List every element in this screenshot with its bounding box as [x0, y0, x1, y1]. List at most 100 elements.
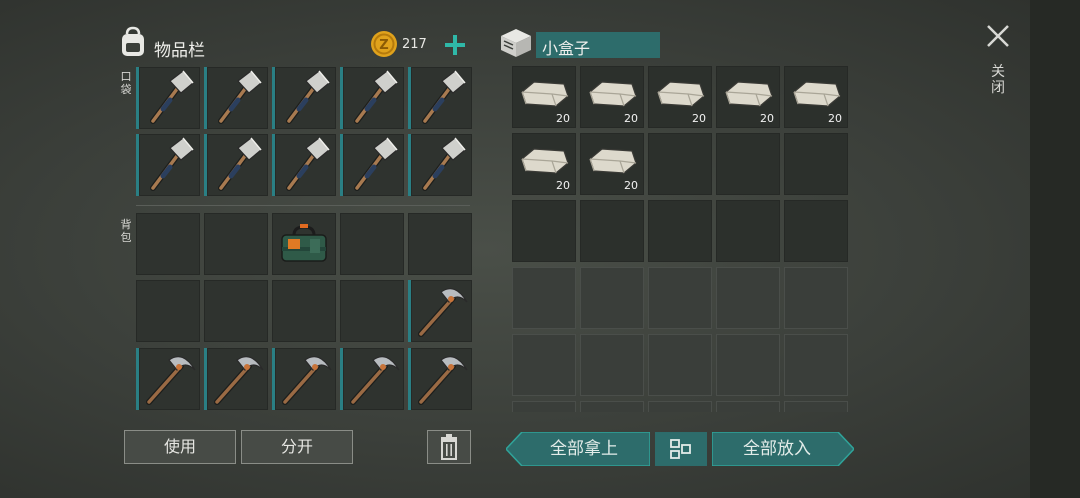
- pocket-slot[interactable]: [136, 134, 200, 196]
- container-slot[interactable]: 20: [580, 66, 644, 128]
- item-quantity: 20: [556, 179, 570, 192]
- locked-slot: [784, 267, 848, 329]
- item-quantity: 20: [692, 112, 706, 125]
- locked-slot: [580, 401, 644, 412]
- container-slot[interactable]: 20: [716, 66, 780, 128]
- container-slot[interactable]: 20: [784, 66, 848, 128]
- backpack-slot[interactable]: [272, 348, 336, 410]
- hatchet-icon: [422, 137, 466, 191]
- backpack-icon: [118, 26, 148, 58]
- locked-slot: [784, 401, 848, 412]
- backpack-label: 背包: [120, 218, 132, 244]
- locked-slot: [648, 401, 712, 412]
- take-all-button[interactable]: 全部拿上: [506, 432, 650, 466]
- backpack-slot[interactable]: [408, 280, 472, 342]
- hatchet-icon: [354, 70, 398, 124]
- inventory-title: 物品栏: [154, 41, 205, 61]
- item-quantity: 20: [624, 179, 638, 192]
- svg-text:Z: Z: [379, 38, 388, 53]
- backpack-slot[interactable]: [204, 213, 268, 275]
- section-divider: [136, 205, 470, 206]
- hatchet-icon: [422, 70, 466, 124]
- coin-icon: Z: [370, 30, 398, 58]
- split-button[interactable]: 分开: [241, 430, 353, 464]
- container-slot[interactable]: [716, 200, 780, 262]
- container-slot[interactable]: [580, 200, 644, 262]
- sort-icon: [670, 439, 691, 459]
- trash-button[interactable]: [427, 430, 471, 464]
- pocket-slot[interactable]: [340, 134, 404, 196]
- hatchet-icon: [150, 137, 194, 191]
- close-label[interactable]: 关闭: [990, 64, 1006, 96]
- hatchet-icon: [218, 70, 262, 124]
- pocket-slot[interactable]: [272, 67, 336, 129]
- container-slot[interactable]: 20: [512, 66, 576, 128]
- item-quantity: 20: [624, 112, 638, 125]
- pocket-slot[interactable]: [272, 134, 336, 196]
- backpack-slot[interactable]: [136, 280, 200, 342]
- container-grid[interactable]: 20 20 20 20 20 20 20: [512, 66, 850, 412]
- locked-slot: [512, 267, 576, 329]
- backpack-slot[interactable]: [136, 348, 200, 410]
- locked-slot: [716, 401, 780, 412]
- locked-slot: [580, 267, 644, 329]
- item-quantity: 20: [760, 112, 774, 125]
- pocket-slot[interactable]: [340, 67, 404, 129]
- pickaxe-icon: [282, 356, 332, 405]
- container-slot[interactable]: 20: [512, 133, 576, 195]
- pickaxe-icon: [418, 356, 468, 405]
- coin-count: 217: [402, 37, 427, 52]
- container-slot[interactable]: [784, 200, 848, 262]
- backpack-slot[interactable]: [340, 348, 404, 410]
- container-slot[interactable]: 20: [648, 66, 712, 128]
- locked-slot: [512, 334, 576, 396]
- backpack-slot[interactable]: [272, 280, 336, 342]
- locked-slot: [716, 334, 780, 396]
- hatchet-icon: [354, 137, 398, 191]
- trash-icon: [441, 434, 457, 460]
- hatchet-icon: [286, 70, 330, 124]
- locked-slot: [648, 334, 712, 396]
- backpack-slot[interactable]: [408, 348, 472, 410]
- put-all-button[interactable]: 全部放入: [712, 432, 854, 466]
- use-button[interactable]: 使用: [124, 430, 236, 464]
- pickaxe-icon: [350, 356, 400, 405]
- pocket-slot[interactable]: [408, 134, 472, 196]
- pickaxe-icon: [146, 356, 196, 405]
- pocket-slot[interactable]: [136, 67, 200, 129]
- close-icon[interactable]: [984, 22, 1012, 50]
- container-name: 小盒子: [542, 39, 591, 58]
- backpack-slot[interactable]: [340, 280, 404, 342]
- container-slot[interactable]: [648, 200, 712, 262]
- backpack-slot[interactable]: [204, 280, 268, 342]
- locked-slot: [580, 334, 644, 396]
- pocket-label: 口袋: [120, 70, 132, 96]
- pocket-slot[interactable]: [204, 67, 268, 129]
- hatchet-icon: [286, 137, 330, 191]
- pocket-slot[interactable]: [204, 134, 268, 196]
- hatchet-icon: [218, 137, 262, 191]
- container-name-field[interactable]: 小盒子: [536, 32, 660, 58]
- pocket-slot[interactable]: [408, 67, 472, 129]
- hatchet-icon: [150, 70, 194, 124]
- item-quantity: 20: [556, 112, 570, 125]
- sort-button[interactable]: [655, 432, 707, 466]
- container-slot[interactable]: [648, 133, 712, 195]
- put-all-label: 全部放入: [743, 439, 811, 459]
- container-slot[interactable]: [784, 133, 848, 195]
- locked-slot: [512, 401, 576, 412]
- backpack-slot[interactable]: [136, 213, 200, 275]
- container-slot[interactable]: [512, 200, 576, 262]
- locked-slot: [784, 334, 848, 396]
- plus-icon[interactable]: [442, 32, 468, 58]
- backpack-slot[interactable]: [272, 213, 336, 275]
- backpack-slot[interactable]: [340, 213, 404, 275]
- container-slot[interactable]: [716, 133, 780, 195]
- backpack-slot[interactable]: [408, 213, 472, 275]
- backpack-slot[interactable]: [204, 348, 268, 410]
- pickaxe-icon: [418, 288, 468, 337]
- toolbox-icon: [281, 224, 327, 262]
- locked-slot: [716, 267, 780, 329]
- container-slot[interactable]: 20: [580, 133, 644, 195]
- locked-slot: [648, 267, 712, 329]
